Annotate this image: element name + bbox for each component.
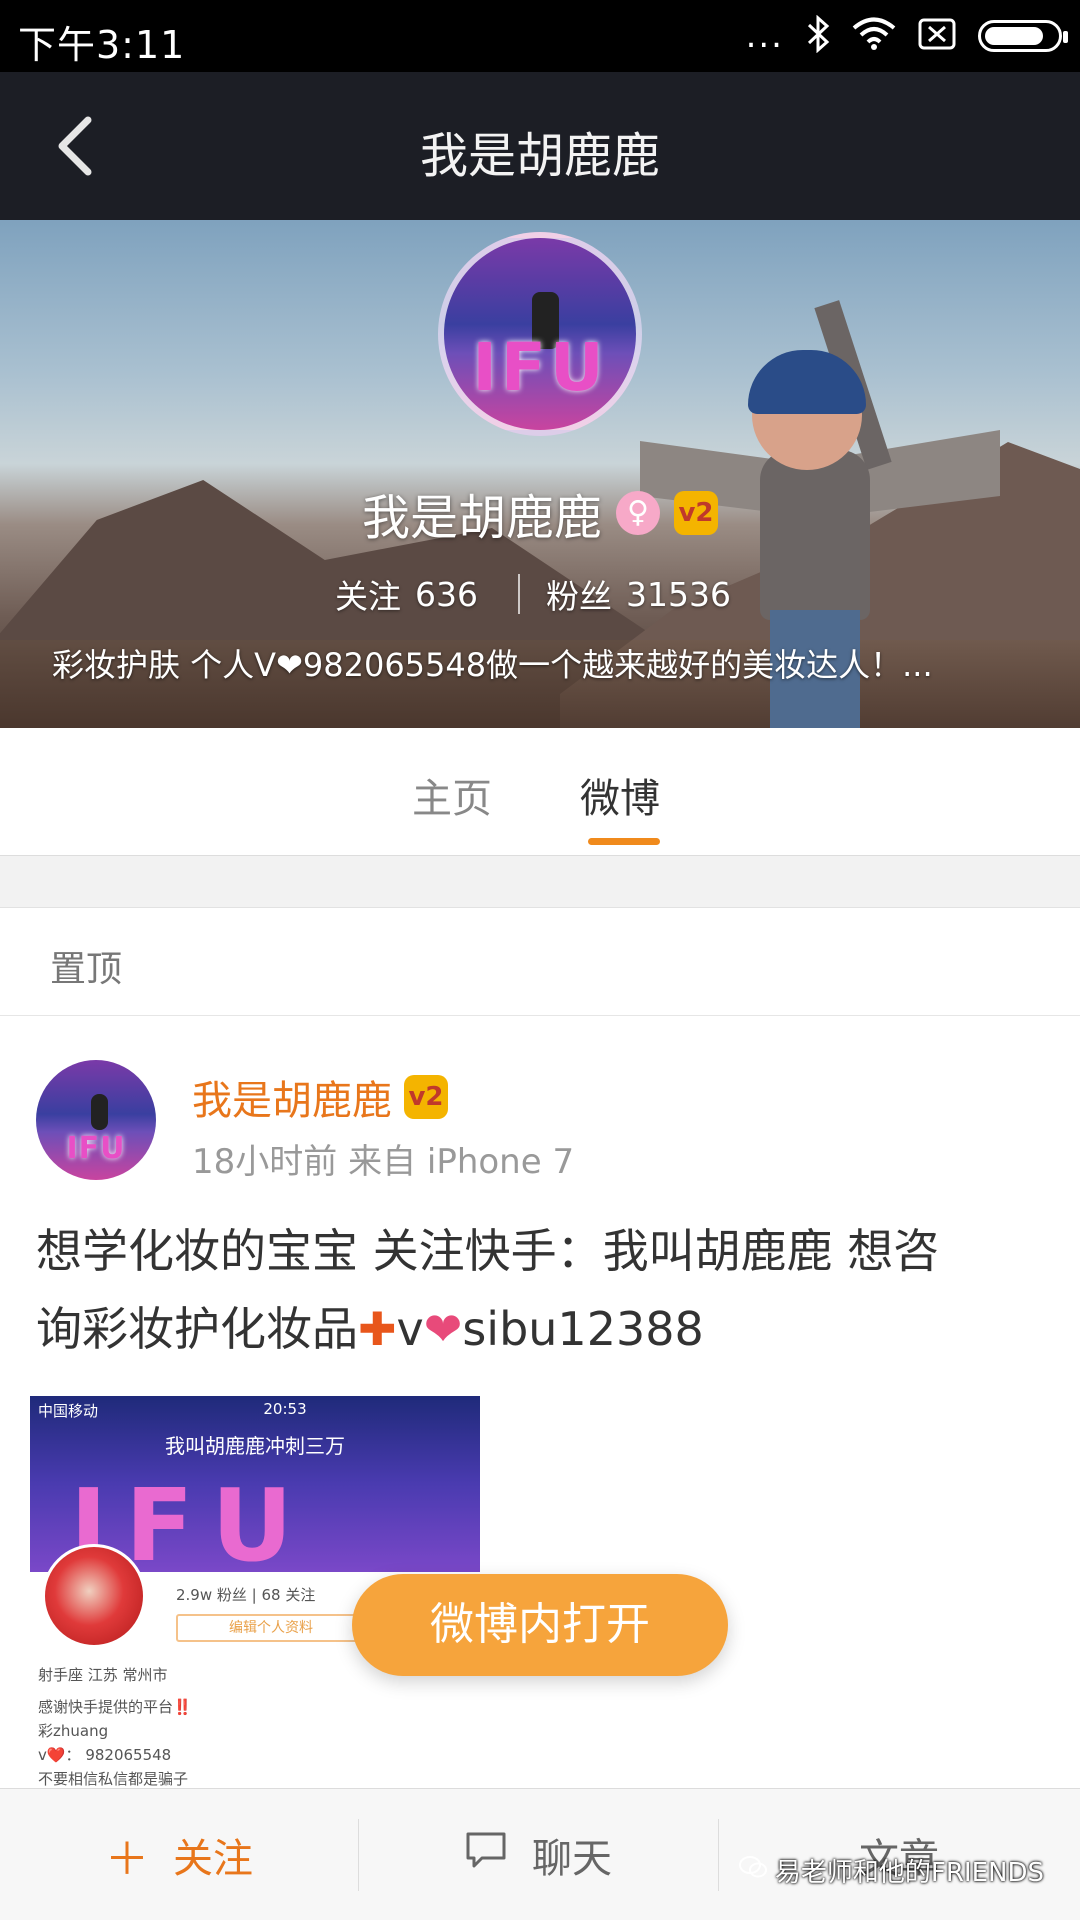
followers-count[interactable]: 31536	[626, 575, 731, 614]
post-content: 想学化妆的宝宝 关注快手：我叫胡鹿鹿 想咨 询彩妆护化妆品✚v❤sibu1238…	[36, 1212, 1046, 1368]
heart-icon: ❤	[423, 1302, 463, 1356]
vip-badge-icon: v2	[674, 491, 718, 535]
shot-carrier: 中国移动	[38, 1402, 99, 1420]
following-label[interactable]: 关注	[335, 570, 401, 618]
chat-bubble-icon	[464, 1830, 508, 1881]
shot-avatar	[42, 1544, 146, 1648]
section-gap	[0, 856, 1080, 908]
status-time: 下午3:11	[18, 23, 186, 67]
post-content-line: 想学化妆的宝宝 关注快手：我叫胡鹿鹿 想咨	[36, 1224, 940, 1278]
follow-label: 关注	[173, 1836, 253, 1882]
female-badge-icon: ♀	[616, 491, 660, 535]
pinned-label: 置顶	[50, 949, 123, 990]
shot-zodiac-location: 射手座 江苏 常州市	[38, 1666, 168, 1684]
more-notifications-icon: ...	[745, 16, 784, 56]
wechat-icon	[738, 1855, 767, 1886]
vip-badge-icon: v2	[404, 1075, 448, 1119]
pinned-header: 置顶	[0, 908, 1080, 1016]
watermark: 易老师和他的FRIENDS	[738, 1852, 1044, 1889]
profile-tabs: 主页 微博	[0, 728, 1080, 856]
battery-icon	[978, 20, 1068, 52]
status-bar: 下午3:11 ...	[0, 0, 1080, 72]
shot-bio-line: 彩zhuang	[38, 1722, 109, 1740]
profile-info-overlay: 我是胡鹿鹿 ♀ v2 关注 636 粉丝 31536 彩妆护肤 个人V❤9820…	[0, 220, 1080, 728]
post-content-line: 询彩妆护化妆品✚v❤sibu12388	[36, 1302, 704, 1356]
plus-icon: ＋	[105, 1834, 149, 1885]
shot-edit-button: 编辑个人资料	[176, 1614, 366, 1642]
profile-bio: 彩妆护肤 个人V❤982065548做一个越来越好的美妆达人！...	[52, 646, 933, 684]
open-in-weibo-button[interactable]: 微博内打开	[352, 1574, 728, 1676]
post-author-row: 我是胡鹿鹿 v2	[192, 1068, 448, 1126]
chat-button[interactable]: 聊天	[358, 1789, 718, 1920]
post-meta: 18小时前 来自 iPhone 7	[192, 1142, 575, 1182]
wifi-icon	[852, 17, 896, 55]
profile-name-row: 我是胡鹿鹿 ♀ v2	[0, 478, 1080, 548]
page-title: 我是胡鹿鹿	[419, 128, 660, 184]
follow-button[interactable]: ＋ 关注	[0, 1789, 358, 1920]
profile-stats: 关注 636 粉丝 31536	[0, 570, 1080, 618]
shot-bio-line: 感谢快手提供的平台‼️	[38, 1698, 192, 1716]
shot-title: 我叫胡鹿鹿冲刺三万	[165, 1434, 345, 1458]
tab-weibo[interactable]: 微博	[580, 766, 660, 824]
status-icons: ...	[745, 14, 1068, 57]
avatar-text: IFU	[66, 1131, 126, 1166]
post-author-avatar[interactable]: IFU	[36, 1060, 156, 1180]
title-bar: 我是胡鹿鹿	[0, 72, 1080, 220]
followers-label[interactable]: 粉丝	[546, 570, 612, 618]
stats-divider	[518, 574, 520, 614]
plus-icon: ✚	[358, 1302, 397, 1356]
chat-label: 聊天	[532, 1836, 612, 1882]
shot-stats: 2.9w 粉丝 | 68 关注	[176, 1586, 316, 1604]
active-tab-indicator	[588, 838, 660, 845]
no-sim-icon	[918, 18, 956, 54]
shot-time: 20:53	[263, 1400, 307, 1418]
shot-bio-line: v❤️： 982065548	[38, 1746, 172, 1764]
shot-bio-line: 不要相信私信都是骗子	[38, 1770, 189, 1788]
watermark-text: 易老师和他的FRIENDS	[774, 1858, 1044, 1888]
profile-name: 我是胡鹿鹿	[361, 490, 602, 546]
tab-home[interactable]: 主页	[412, 766, 492, 824]
post-author-name[interactable]: 我是胡鹿鹿	[192, 1068, 392, 1126]
bluetooth-icon	[806, 14, 830, 57]
following-count[interactable]: 636	[415, 575, 478, 614]
